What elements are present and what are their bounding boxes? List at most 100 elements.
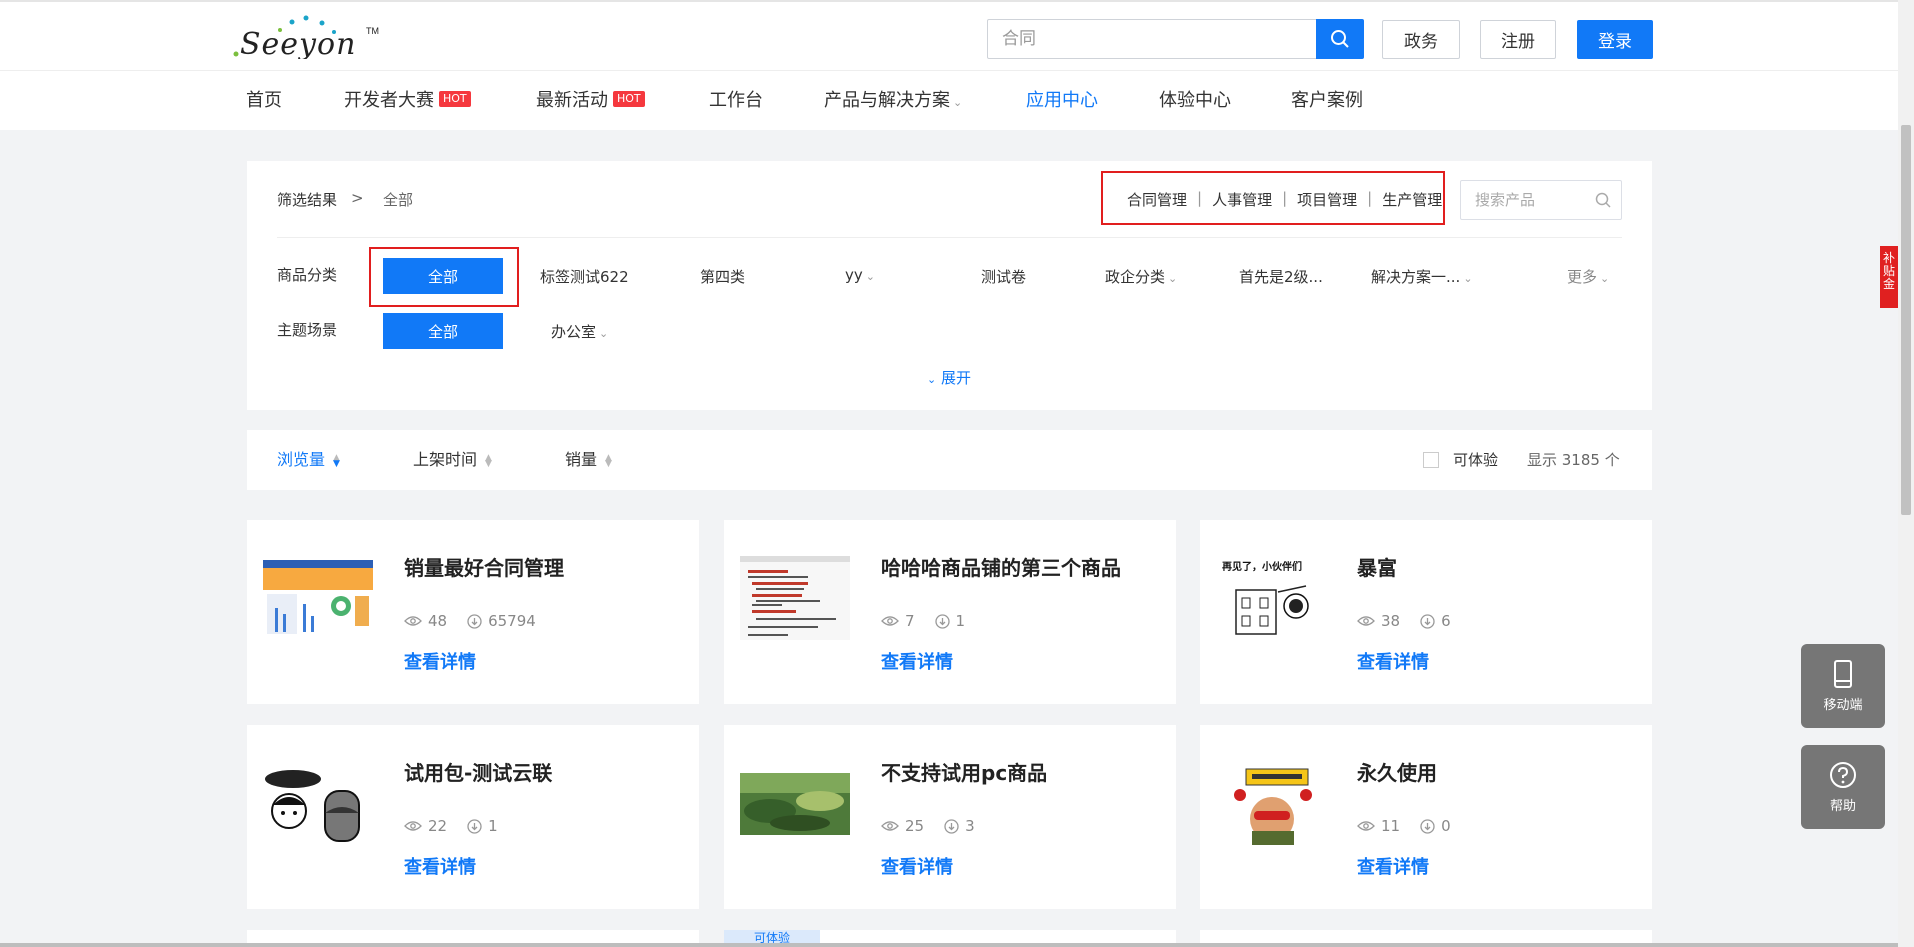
svg-text:Seeyon: Seeyon [240, 27, 356, 59]
sort-icon: ▲ ▼ [333, 452, 340, 469]
product-card[interactable]: 永久使用 11 0 查看详情 [1200, 725, 1652, 909]
view-details-link[interactable]: 查看详情 [881, 853, 953, 879]
nav-item-customer-cases[interactable]: 客户案例 [1291, 71, 1363, 131]
product-card[interactable]: 不支持试用pc商品 25 3 查看详情 [724, 725, 1176, 909]
product-title[interactable]: 销量最好合同管理 [404, 552, 564, 581]
nav-item-products[interactable]: 产品与解决方案 ⌄ [824, 71, 962, 131]
horizontal-scrollbar[interactable] [0, 943, 1898, 947]
category-item[interactable]: 首先是2级... [1239, 266, 1323, 287]
chevron-down-icon: ⌄ [1168, 272, 1178, 285]
search-input[interactable]: 合同 [987, 19, 1317, 59]
category-item[interactable]: 测试卷 [981, 266, 1026, 287]
thumbnail-caption: 再见了，小伙伴们 [1222, 560, 1302, 573]
nav-item-app-center[interactable]: 应用中心 [1026, 71, 1098, 131]
mobile-button[interactable]: 移动端 [1801, 644, 1885, 728]
product-title[interactable]: 永久使用 [1357, 757, 1437, 786]
download-icon [467, 818, 482, 834]
quick-link-hr[interactable]: 人事管理 [1212, 189, 1272, 210]
svg-text:TM: TM [366, 26, 379, 36]
breadcrumb-label: 筛选结果 [277, 191, 338, 209]
view-details-link[interactable]: 查看详情 [404, 648, 476, 674]
sort-listed-time[interactable]: 上架时间 ▲ ▼ [413, 430, 492, 490]
product-stats: 38 6 [1357, 612, 1451, 630]
sort-views[interactable]: 浏览量 ▲ ▼ [277, 430, 340, 490]
main-nav: 首页 开发者大赛 HOT 最新活动 HOT 工作台 产品与解决方案 ⌄ 应用中心 体验… [0, 70, 1898, 130]
filter-panel: 筛选结果 > 全部 合同管理 | 人事管理 | 项目管理 | 生产管理 搜索产品 商品… [247, 161, 1652, 410]
trial-tag: 可体验 [724, 930, 820, 943]
product-thumbnail [740, 761, 850, 845]
scene-all-chip[interactable]: 全部 [383, 313, 503, 349]
quick-link-project[interactable]: 项目管理 [1297, 189, 1357, 210]
product-card[interactable]: 试用包-测试云联 22 1 查看详情 [247, 725, 699, 909]
quick-links: 合同管理 | 人事管理 | 项目管理 | 生产管理 [1127, 189, 1443, 210]
expand-button[interactable]: ⌄ 展开 [927, 367, 971, 388]
quick-link-production[interactable]: 生产管理 [1382, 189, 1442, 210]
eye-icon [881, 616, 899, 626]
more-categories[interactable]: 更多 ⌄ [1567, 266, 1609, 287]
product-card[interactable]: 销量最好合同管理 48 65794 查看详情 [247, 520, 699, 704]
top-bar: Seeyon TM 合同 政务 注册 登录 [0, 0, 1898, 70]
eye-icon [881, 821, 899, 831]
view-details-link[interactable]: 查看详情 [1357, 648, 1429, 674]
help-button[interactable]: 帮助 [1801, 745, 1885, 829]
nav-item-experience-center[interactable]: 体验中心 [1159, 71, 1231, 131]
scene-item[interactable]: 办公室 ⌄ [551, 321, 608, 342]
category-label: 商品分类 [277, 266, 338, 284]
eye-icon [404, 616, 422, 626]
view-details-link[interactable]: 查看详情 [881, 648, 953, 674]
product-stats: 22 1 [404, 817, 498, 835]
product-thumbnail [740, 556, 850, 640]
product-title[interactable]: 不支持试用pc商品 [881, 757, 1047, 786]
eye-icon [404, 821, 422, 831]
login-button[interactable]: 登录 [1577, 20, 1653, 59]
category-item[interactable]: 标签测试622 [540, 266, 629, 287]
quick-link-contract[interactable]: 合同管理 [1127, 189, 1187, 210]
search-button[interactable] [1316, 19, 1364, 59]
download-icon [944, 818, 959, 834]
category-all-chip[interactable]: 全部 [383, 258, 503, 294]
question-mark-icon [1830, 761, 1856, 788]
product-title[interactable]: 暴富 [1357, 552, 1397, 581]
subsidy-tab[interactable]: 补贴金 [1880, 246, 1898, 308]
sort-bar: 浏览量 ▲ ▼ 上架时间 ▲ ▼ 销量 ▲ ▼ 可体验 显示 3185 个 [247, 430, 1652, 490]
product-stats: 11 0 [1357, 817, 1451, 835]
gov-button[interactable]: 政务 [1382, 20, 1460, 59]
breadcrumb-value: 全部 [383, 191, 414, 209]
product-card[interactable] [1200, 930, 1652, 943]
sort-icon: ▲ ▼ [605, 452, 612, 469]
eye-icon [1357, 821, 1375, 831]
category-item[interactable]: 解决方案一... ⌄ [1371, 266, 1473, 287]
seeyon-logo[interactable]: Seeyon TM [230, 14, 380, 62]
view-details-link[interactable]: 查看详情 [404, 853, 476, 879]
nav-item-latest-activity[interactable]: 最新活动 HOT [536, 71, 645, 131]
chevron-down-icon: ⌄ [927, 373, 937, 386]
product-card[interactable]: 可体验 [724, 930, 1176, 943]
product-card[interactable]: 再见了，小伙伴们 暴富 38 6 查看详情 [1200, 520, 1652, 704]
scrollbar-thumb[interactable] [1901, 125, 1911, 515]
register-button[interactable]: 注册 [1480, 20, 1556, 59]
search-icon [1331, 30, 1349, 48]
product-title[interactable]: 试用包-测试云联 [404, 757, 552, 786]
product-title[interactable]: 哈哈哈商品铺的第三个商品 [881, 552, 1121, 581]
product-search-input[interactable]: 搜索产品 [1460, 180, 1622, 220]
view-details-link[interactable]: 查看详情 [1357, 853, 1429, 879]
mobile-phone-icon [1834, 659, 1852, 688]
download-icon [467, 613, 482, 629]
product-card[interactable]: 哈哈哈商品铺的第三个商品 7 1 查看详情 [724, 520, 1176, 704]
product-thumbnail [263, 556, 373, 640]
download-icon [1420, 818, 1435, 834]
sort-sales[interactable]: 销量 ▲ ▼ [565, 430, 612, 490]
divider [277, 237, 1622, 238]
search-icon [1595, 192, 1611, 208]
nav-item-workbench[interactable]: 工作台 [709, 71, 763, 131]
category-item[interactable]: 政企分类 ⌄ [1105, 266, 1177, 287]
nav-item-dev-contest[interactable]: 开发者大赛 HOT [344, 71, 471, 131]
category-item[interactable]: 第四类 [700, 266, 745, 287]
nav-item-home[interactable]: 首页 [246, 71, 282, 131]
hot-badge: HOT [613, 91, 645, 107]
product-stats: 25 3 [881, 817, 975, 835]
vertical-scrollbar[interactable] [1898, 0, 1914, 947]
product-card[interactable] [247, 930, 699, 943]
category-item[interactable]: yy ⌄ [845, 266, 875, 284]
trial-checkbox[interactable] [1423, 452, 1439, 468]
